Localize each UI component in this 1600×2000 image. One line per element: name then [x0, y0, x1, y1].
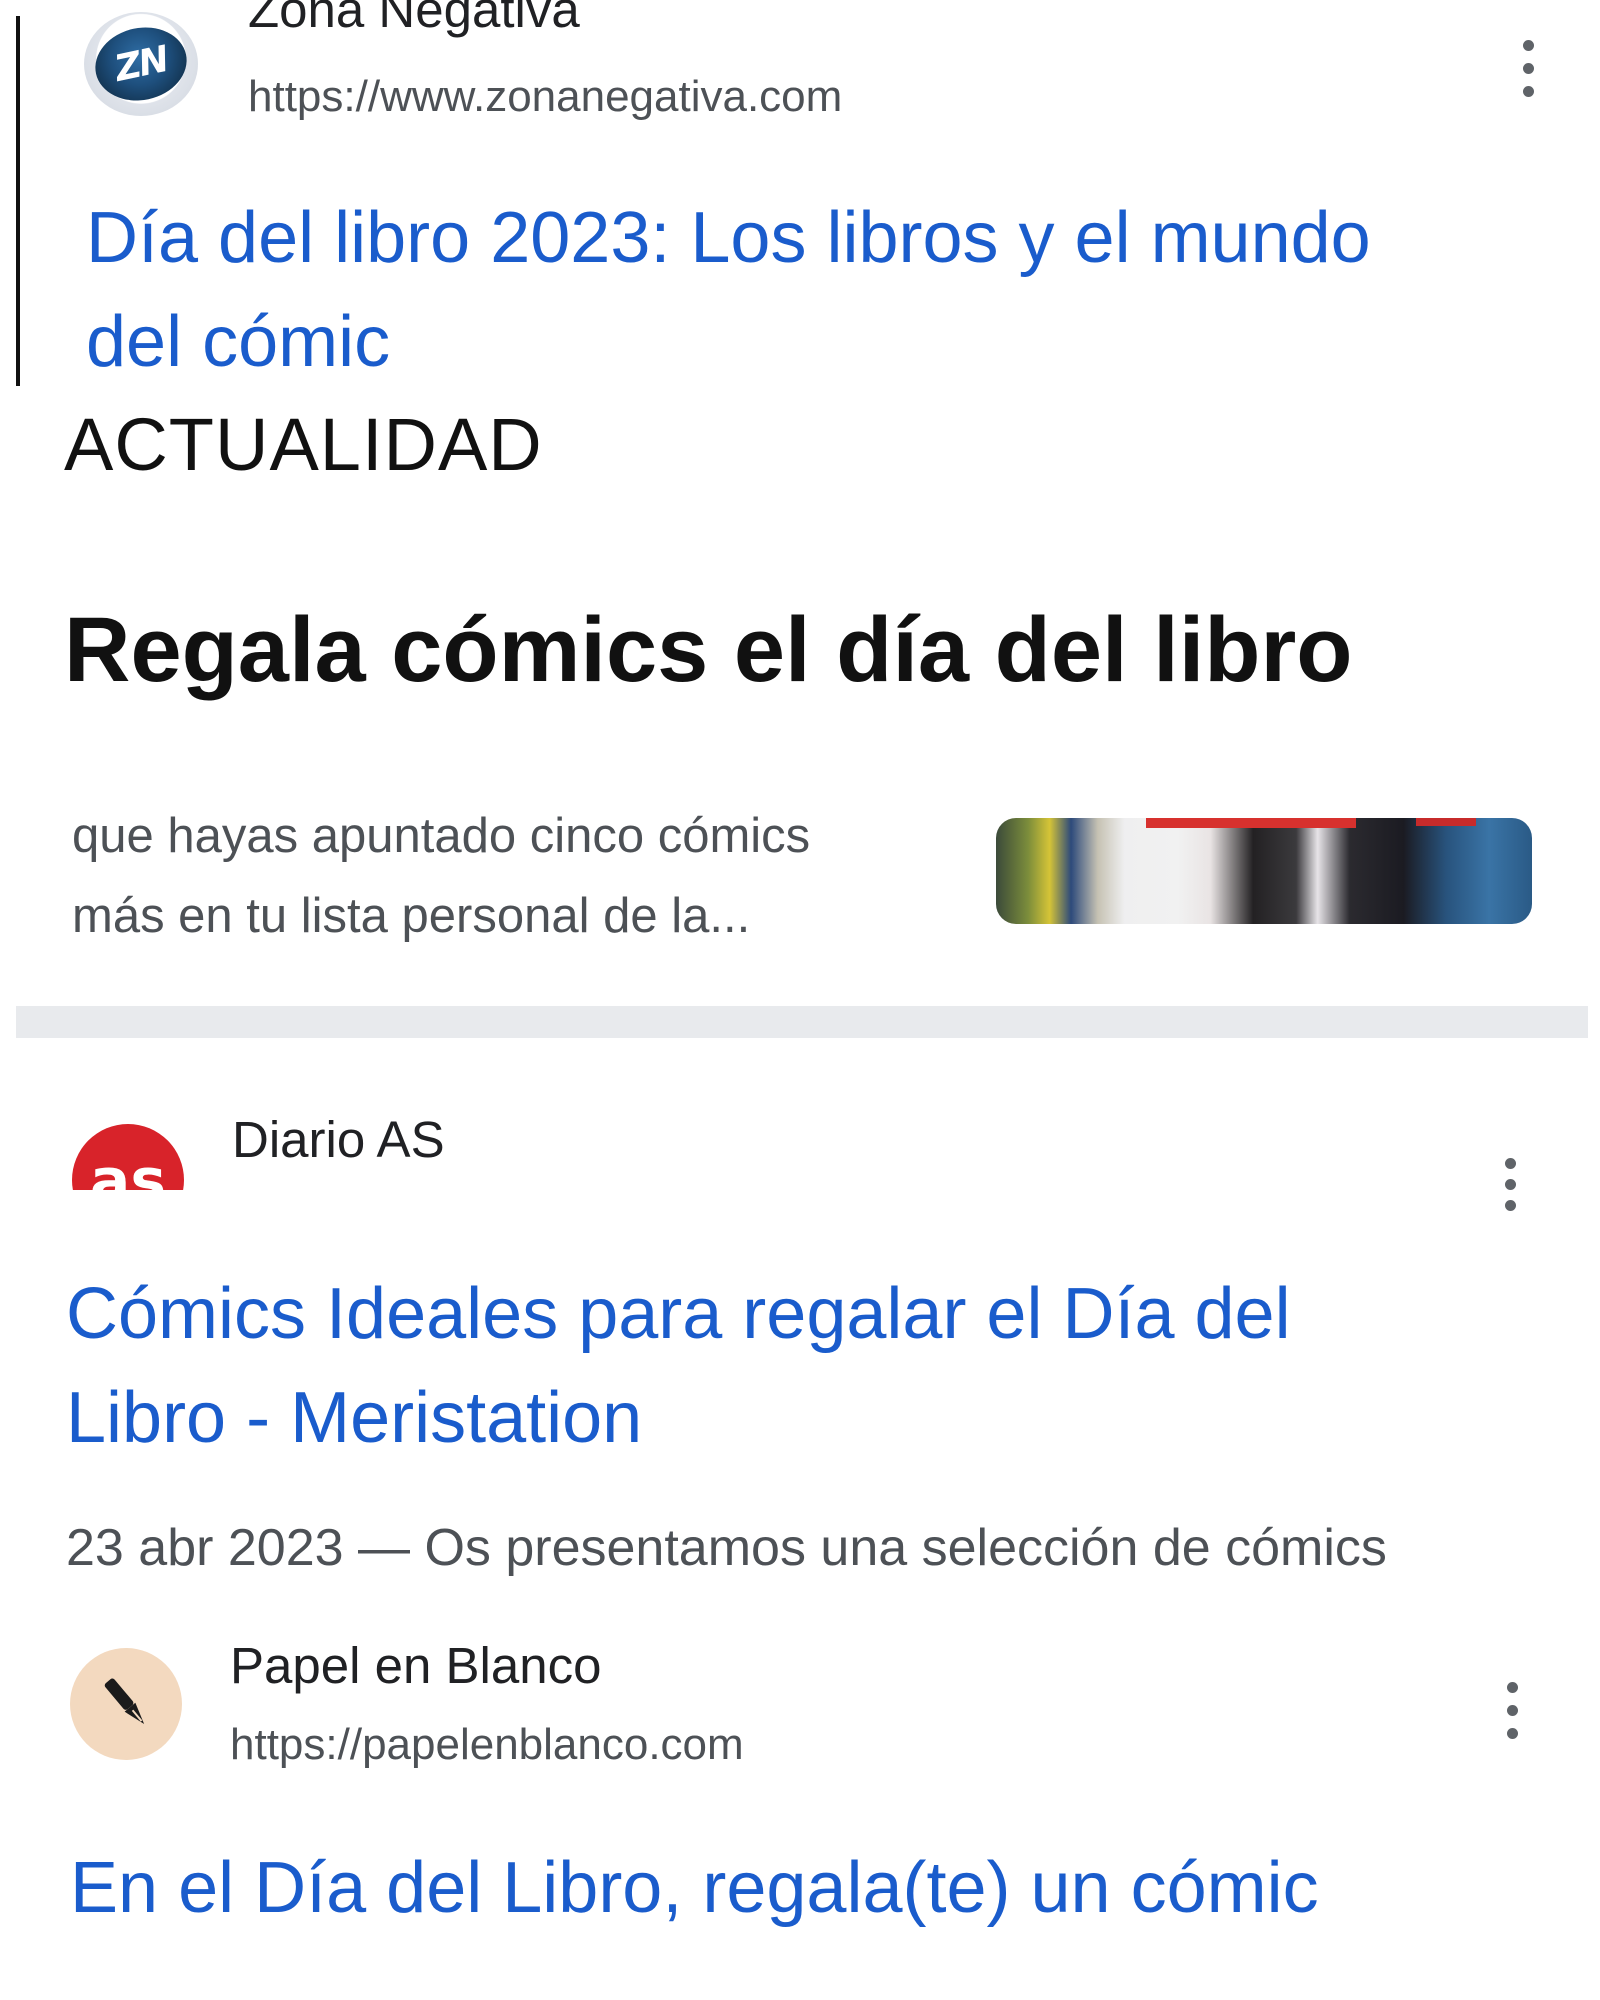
- more-options-icon[interactable]: [1502, 1682, 1522, 1739]
- snippet-line: que hayas apuntado cinco cómics: [72, 809, 811, 863]
- zona-negativa-favicon[interactable]: ZN: [84, 12, 198, 116]
- result-thumbnail[interactable]: [996, 818, 1532, 924]
- result-title-link[interactable]: Cómics Ideales para regalar el Día del L…: [66, 1262, 1566, 1470]
- as-logo-text: as: [89, 1146, 167, 1190]
- result-site-name: Papel en Blanco: [230, 1637, 602, 1694]
- zn-logo-icon: ZN: [88, 19, 194, 109]
- more-options-icon[interactable]: [1518, 40, 1538, 97]
- more-options-icon[interactable]: [1500, 1158, 1520, 1211]
- as-logo-icon: as: [72, 1124, 184, 1190]
- result-title-link[interactable]: En el Día del Libro, regala(te) un cómic: [70, 1836, 1319, 1940]
- result-snippet: 23 abr 2023 — Os presentamos una selecci…: [66, 1519, 1387, 1577]
- diario-as-favicon-wrapper[interactable]: as: [60, 1110, 200, 1190]
- section-label: ACTUALIDAD: [64, 403, 543, 486]
- left-edge-line: [16, 16, 20, 386]
- snippet-line: más en tu lista personal de la...: [72, 889, 751, 943]
- results-divider: [16, 1006, 1588, 1038]
- result-url[interactable]: https://papelenblanco.com: [230, 1720, 744, 1770]
- result-snippet: que hayas apuntado cinco cómics más en t…: [72, 796, 972, 956]
- result-title-line: Cómics Ideales para regalar el Día del: [66, 1274, 1291, 1354]
- result-title-line: Día del libro 2023: Los libros y el mund…: [86, 198, 1371, 278]
- result-title-line: Libro - Meristation: [66, 1378, 643, 1458]
- result-site-name: Zona Negativa: [248, 0, 580, 38]
- result-site-name: Diario AS: [232, 1111, 445, 1168]
- result-title-link[interactable]: Día del libro 2023: Los libros y el mund…: [86, 186, 1566, 394]
- result-title-line: del cómic: [86, 302, 391, 382]
- thumbnail-red-band: [1416, 818, 1476, 826]
- thumbnail-red-band: [1146, 818, 1356, 828]
- result-url[interactable]: https://www.zonanegativa.com: [248, 72, 842, 122]
- article-headline: Regala cómics el día del libro: [64, 599, 1353, 701]
- fountain-pen-icon: [104, 1678, 145, 1725]
- papel-en-blanco-favicon[interactable]: [70, 1648, 182, 1760]
